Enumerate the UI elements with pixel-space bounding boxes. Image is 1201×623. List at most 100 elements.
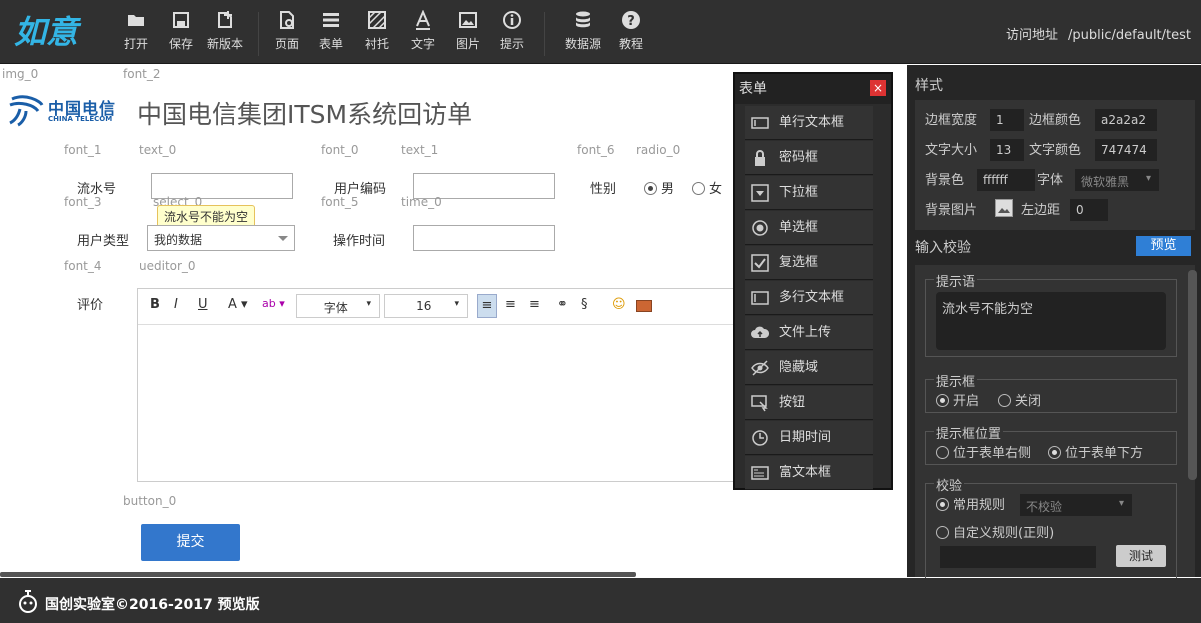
component-checkbox[interactable]: 复选框 (745, 246, 873, 280)
close-icon[interactable]: × (870, 80, 886, 96)
page-button[interactable]: 页面 (272, 10, 302, 58)
hint-fieldset: 提示语 流水号不能为空 (925, 271, 1177, 357)
chevron-down-icon (278, 236, 288, 241)
form-button[interactable]: 表单 (316, 10, 346, 58)
form-components-panel: 表单 × 单行文本框 密码框 下拉框 单选框 复选框 多行文本框 文件上传 隐藏… (733, 72, 893, 490)
component-tag: font_1 (64, 143, 102, 157)
component-textbox[interactable]: 单行文本框 (745, 106, 873, 140)
hintbox-on-radio[interactable]: 开启 (936, 390, 979, 409)
datasource-button[interactable]: 数据源 (563, 10, 603, 58)
form-icon (319, 10, 343, 32)
unlink-icon[interactable]: § (581, 297, 588, 312)
lock-icon (755, 150, 765, 166)
component-button[interactable]: 按钮 (745, 386, 873, 420)
radio-checked-icon (936, 498, 949, 511)
hint-button[interactable]: 提示 (497, 10, 527, 58)
help-icon: ? (619, 10, 643, 32)
bg-color-input[interactable]: ffffff (977, 169, 1035, 191)
component-upload[interactable]: 文件上传 (745, 316, 873, 350)
margin-left-input[interactable]: 0 (1070, 199, 1108, 221)
hintbox-off-radio[interactable]: 关闭 (998, 390, 1041, 409)
op-time-input[interactable] (413, 225, 555, 251)
rich-text-editor[interactable]: B I U A ▾ ab ▾ 字体 ▾ 16 ▾ ≡ ≡ ≡ ⚭ § ☺ (137, 288, 737, 482)
preview-button[interactable]: 预览 (1136, 236, 1191, 256)
save-icon (169, 10, 193, 32)
horizontal-scrollbar[interactable] (0, 572, 636, 577)
component-tag: img_0 (2, 67, 39, 81)
user-type-label: 用户类型 (77, 234, 130, 249)
bold-icon[interactable]: B (150, 297, 160, 312)
border-color-input[interactable]: a2a2a2 (1095, 109, 1157, 131)
footer-text: 国创实验室©2016-2017 预览版 (45, 597, 260, 613)
custom-rule-radio[interactable]: 自定义规则(正则) (936, 522, 1054, 541)
access-address-value[interactable]: /public/default/test (1068, 28, 1191, 43)
hintpos-fieldset: 提示框位置 位于表单右侧 位于表单下方 (925, 423, 1177, 465)
hintbox-title: 提示框 (934, 371, 978, 390)
chevron-down-icon: ▾ (454, 299, 459, 309)
border-width-input[interactable]: 1 (990, 109, 1024, 131)
form-panel-title[interactable]: 表单 (735, 74, 891, 104)
test-button[interactable]: 测试 (1116, 545, 1166, 567)
font-color-input[interactable]: 747474 (1095, 139, 1157, 161)
database-icon (571, 10, 595, 32)
font-size-input[interactable]: 13 (990, 139, 1024, 161)
new-version-button[interactable]: 新版本 (204, 10, 246, 58)
info-icon (500, 10, 524, 32)
bg-color-label: 背景色 (925, 173, 965, 188)
new-version-icon (213, 10, 237, 32)
underline-icon[interactable]: U (198, 297, 208, 312)
emoji-icon[interactable]: ☺ (612, 297, 626, 312)
font-size-select[interactable]: 16 ▾ (384, 294, 468, 318)
gender-male-radio[interactable]: 男 (644, 178, 674, 197)
image-button[interactable]: 图片 (453, 10, 483, 58)
component-tag: font_2 (123, 67, 161, 81)
component-textarea[interactable]: 多行文本框 (745, 281, 873, 315)
common-rule-select[interactable]: 不校验 ▾ (1020, 494, 1132, 516)
tutorial-button[interactable]: ? 教程 (616, 10, 646, 58)
regex-input[interactable] (940, 546, 1096, 568)
highlight-icon[interactable]: ab ▾ (262, 297, 285, 310)
component-password[interactable]: 密码框 (745, 141, 873, 175)
radio-unchecked-icon (998, 394, 1011, 407)
link-icon[interactable]: ⚭ (557, 297, 568, 312)
radio-checked-icon (644, 182, 657, 195)
editor-content-area[interactable] (138, 325, 736, 481)
align-center-icon[interactable]: ≡ (505, 297, 516, 312)
text-button[interactable]: 文字 (408, 9, 438, 58)
bg-image-label: 背景图片 (925, 203, 978, 218)
component-hidden[interactable]: 隐藏域 (745, 351, 873, 385)
insert-image-icon[interactable] (636, 300, 652, 312)
radio-unchecked-icon (692, 182, 705, 195)
china-telecom-logo[interactable]: 中国电信 CHINA TELECOM (6, 93, 120, 129)
component-radio[interactable]: 单选框 (745, 211, 873, 245)
align-left-icon[interactable]: ≡ (477, 294, 497, 318)
component-tag: text_0 (139, 143, 177, 157)
properties-sidebar: 样式 边框宽度 1 边框颜色 a2a2a2 文字大小 13 文字颜色 74747… (907, 65, 1201, 583)
page-title[interactable]: 中国电信集团ITSM系统回访单 (137, 95, 472, 131)
font-color-icon[interactable]: A ▾ (228, 297, 248, 312)
font-family-select[interactable]: 微软雅黑 ▾ (1075, 169, 1159, 191)
open-button[interactable]: 打开 (121, 10, 151, 58)
gender-female-radio[interactable]: 女 (692, 178, 722, 197)
common-rule-radio[interactable]: 常用规则 (936, 494, 1005, 513)
italic-icon[interactable]: I (174, 297, 178, 312)
hint-textarea[interactable]: 流水号不能为空 (936, 292, 1166, 350)
app-root: 如意 打开 保存 新版本 页面 表单 衬托 文字 图片 提示 数据源 ? 教程 … (0, 0, 1201, 623)
user-type-select[interactable]: 我的数据 (147, 225, 295, 251)
toolbar-divider (544, 12, 545, 56)
sidebar-scrollbar[interactable] (1188, 270, 1197, 480)
align-right-icon[interactable]: ≡ (529, 297, 540, 312)
hintpos-right-radio[interactable]: 位于表单右侧 (936, 442, 1031, 461)
font-family-select[interactable]: 字体 ▾ (296, 294, 380, 318)
image-picker-icon[interactable] (995, 199, 1013, 217)
hintpos-below-radio[interactable]: 位于表单下方 (1048, 442, 1143, 461)
validation-panel: 提示语 流水号不能为空 提示框 开启 关闭 提示框位置 位于表单右侧 位于表单下… (915, 265, 1195, 583)
component-dropdown[interactable]: 下拉框 (745, 176, 873, 210)
textarea-icon (751, 291, 769, 305)
font-size-label: 文字大小 (925, 143, 978, 158)
save-button[interactable]: 保存 (166, 10, 196, 58)
component-datetime[interactable]: 日期时间 (745, 421, 873, 455)
background-button[interactable]: 衬托 (362, 10, 392, 58)
component-richtext[interactable]: 富文本框 (745, 456, 873, 490)
submit-button[interactable]: 提交 (141, 524, 240, 561)
